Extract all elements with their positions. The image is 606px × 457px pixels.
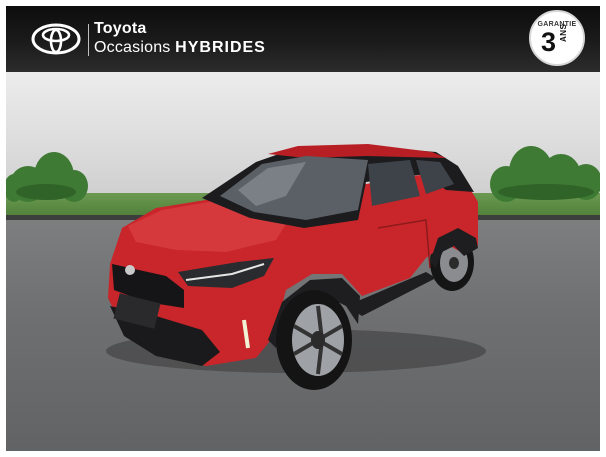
warranty-badge-unit: ANS [559, 23, 568, 42]
brand-tagline: Occasions HYBRIDES [94, 39, 266, 57]
tagline-prefix: Occasions [94, 39, 171, 56]
bush-left-shade [16, 184, 76, 200]
brand-name: Toyota [94, 20, 147, 37]
warranty-badge-label: GARANTIE [537, 21, 577, 28]
roof-panel [268, 144, 446, 158]
tagline-emphasis: HYBRIDES [175, 39, 266, 56]
brand-divider [88, 24, 89, 56]
warranty-badge: GARANTIE 3 ANS [529, 10, 585, 66]
vehicle-scene [6, 144, 600, 390]
vehicle-photo: Toyota Occasions HYBRIDES GARANTIE 3 ANS [6, 6, 600, 451]
toyota-logo-icon [31, 23, 81, 55]
warranty-badge-number: 3 [541, 27, 557, 57]
grille-emblem [125, 265, 135, 275]
bush-right-shade [498, 184, 594, 200]
front-wheel [276, 290, 352, 390]
